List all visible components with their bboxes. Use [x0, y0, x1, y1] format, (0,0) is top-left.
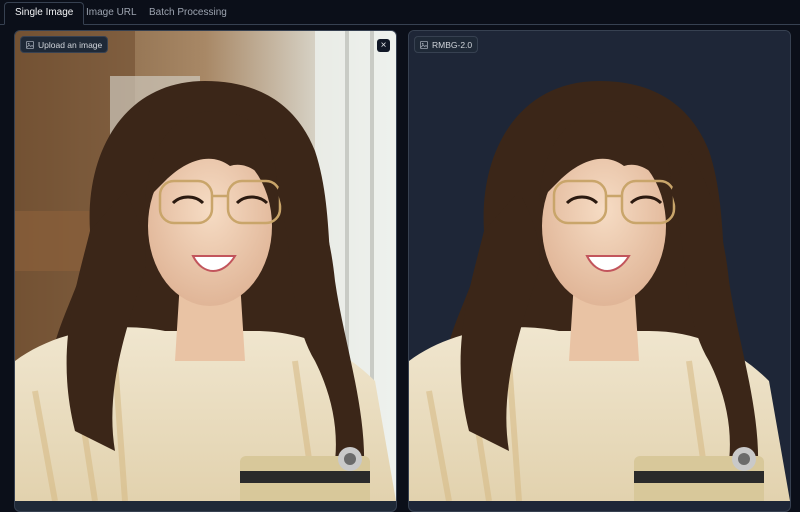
tab-batch-processing[interactable]: Batch Processing: [139, 3, 237, 23]
output-image-label-text: RMBG-2.0: [432, 39, 473, 50]
tab-single-image[interactable]: Single Image: [4, 2, 85, 25]
image-icon: [26, 40, 34, 49]
result-photo: [409, 31, 790, 501]
input-image-panel[interactable]: Upload an image ×: [14, 30, 397, 512]
uploaded-photo: [15, 31, 396, 501]
output-image-panel: RMBG-2.0: [408, 30, 791, 512]
input-image-label-text: Upload an image: [38, 39, 103, 50]
image-icon: [420, 40, 428, 49]
input-image-label: Upload an image: [20, 36, 109, 53]
output-image-label: RMBG-2.0: [414, 36, 479, 53]
close-icon[interactable]: ×: [377, 39, 390, 52]
tab-bar: Single Image Image URL Batch Processing: [0, 0, 800, 25]
tab-image-url[interactable]: Image URL: [76, 3, 147, 23]
